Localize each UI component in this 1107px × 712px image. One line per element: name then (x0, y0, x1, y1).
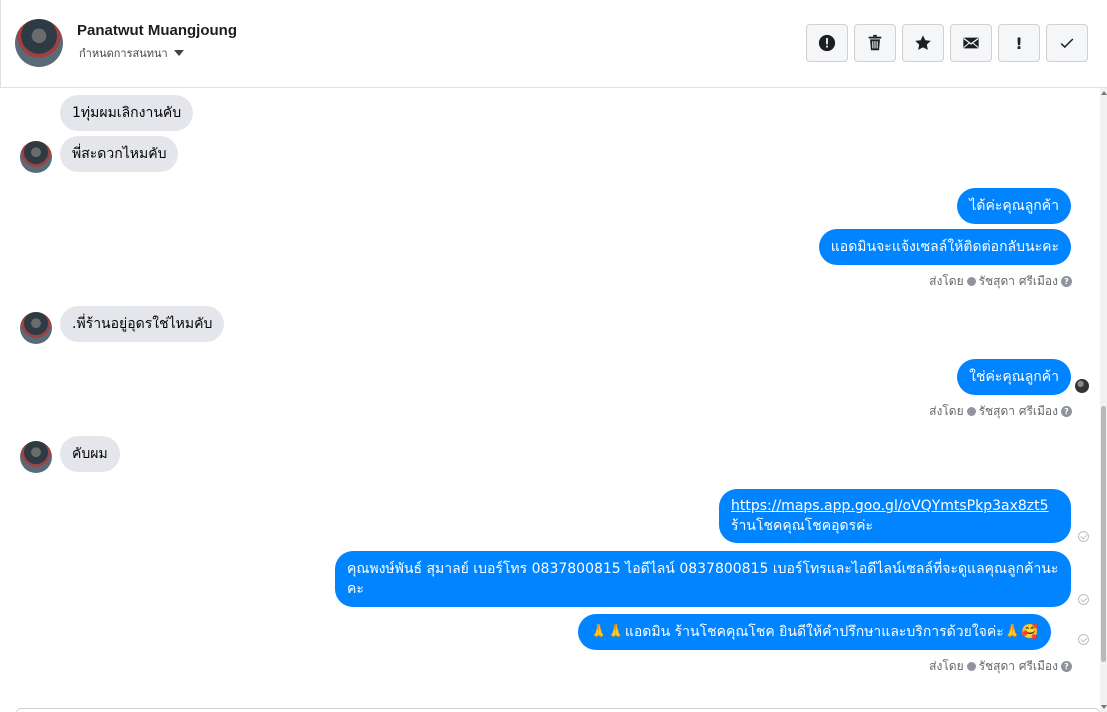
exclamation-circle-icon (818, 34, 836, 52)
caret-down-icon (173, 50, 184, 56)
contact-name[interactable]: Panatwut Muangjoung (77, 22, 237, 39)
sent-by-prefix: ส่งโดย (929, 404, 964, 418)
sent-by-agent: รัชสุดา ศรีเมือง (978, 404, 1058, 418)
outgoing-message[interactable]: คุณพงษ์พันธ์ สุมาลย์ เบอร์โทร 0837800815… (335, 551, 1071, 607)
outgoing-message[interactable]: ใช่ค่ะคุณลูกค้า (957, 359, 1071, 395)
sent-by-agent: รัชสุดา ศรีเมือง (978, 274, 1058, 288)
done-button[interactable] (1046, 24, 1088, 62)
incoming-message[interactable]: พี่สะดวกไหมคับ (60, 136, 179, 172)
contact-avatar-small (20, 312, 52, 344)
exclamation-icon: ! (1015, 33, 1023, 53)
delivered-check-icon (1078, 634, 1089, 645)
incoming-message[interactable]: 1ทุ่มผมเลิกงานคับ (60, 95, 194, 131)
delivered-check-icon (1078, 531, 1089, 542)
sent-by-prefix: ส่งโดย (929, 274, 964, 288)
sent-by-agent: รัชสุดา ศรีเมือง (978, 659, 1058, 673)
help-icon[interactable]: ? (1061, 276, 1072, 287)
contact-avatar-small (20, 141, 52, 173)
sent-by-prefix: ส่งโดย (929, 659, 964, 673)
help-icon[interactable]: ? (1061, 661, 1072, 672)
sent-by-info: ส่งโดย รัชสุดา ศรีเมือง ? (929, 657, 1072, 676)
check-icon (1060, 38, 1074, 49)
trash-icon (868, 34, 882, 51)
scroll-down-icon[interactable] (1101, 705, 1107, 709)
sent-by-info: ส่งโดย รัชสุดา ศรีเมือง ? (929, 272, 1072, 291)
envelope-icon (963, 37, 979, 49)
scrollbar-thumb[interactable] (1101, 406, 1106, 662)
message-thread: 1ทุ่มผมเลิกงานคับ พี่สะดวกไหมคับ ได้ค่ะค… (0, 88, 1100, 712)
outgoing-message[interactable]: แอดมินจะแจ้งเซลล์ให้ติดต่อกลับนะคะ (818, 229, 1071, 265)
agent-status-icon (966, 277, 976, 286)
sent-by-info: ส่งโดย รัชสุดา ศรีเมือง ? (929, 402, 1072, 421)
incoming-message[interactable]: .พี่ร้านอยู่อุดรใช่ไหมคับ (60, 306, 225, 342)
assign-label: กำหนดการสนทนา (79, 47, 168, 60)
thread-scrollbar[interactable] (1100, 88, 1107, 712)
star-button[interactable] (902, 24, 944, 62)
message-composer[interactable] (16, 708, 1100, 712)
flag-button[interactable]: ! (998, 24, 1040, 62)
agent-status-icon (966, 407, 976, 416)
link-caption: ร้านโชคคุณโชคอุดรค่ะ (731, 518, 873, 534)
assign-conversation-dropdown[interactable]: กำหนดการสนทนา (79, 44, 184, 62)
mark-unread-button[interactable] (950, 24, 992, 62)
contact-avatar-small (20, 441, 52, 473)
delete-button[interactable] (854, 24, 896, 62)
maps-link[interactable]: https://maps.app.goo.gl/oVQYmtsPkp3ax8zt… (731, 498, 1049, 514)
star-icon (915, 35, 931, 50)
seen-avatar-icon (1075, 379, 1089, 393)
incoming-message[interactable]: คับผม (60, 436, 120, 472)
conversation-toolbar: ! (806, 24, 1088, 62)
scroll-up-icon[interactable] (1101, 91, 1107, 95)
agent-status-icon (966, 662, 976, 671)
help-icon[interactable]: ? (1061, 406, 1072, 417)
report-button[interactable] (806, 24, 848, 62)
delivered-check-icon (1078, 594, 1089, 605)
outgoing-message-link[interactable]: https://maps.app.goo.gl/oVQYmtsPkp3ax8zt… (719, 489, 1071, 543)
conversation-header: Panatwut Muangjoung กำหนดการสนทนา ! (0, 0, 1107, 88)
contact-avatar[interactable] (15, 19, 63, 67)
outgoing-message[interactable]: 🙏🙏แอดมิน ร้านโชคคุณโชค ยินดีให้คำปรึกษาแ… (578, 614, 1051, 650)
outgoing-message[interactable]: ได้ค่ะคุณลูกค้า (957, 188, 1071, 224)
